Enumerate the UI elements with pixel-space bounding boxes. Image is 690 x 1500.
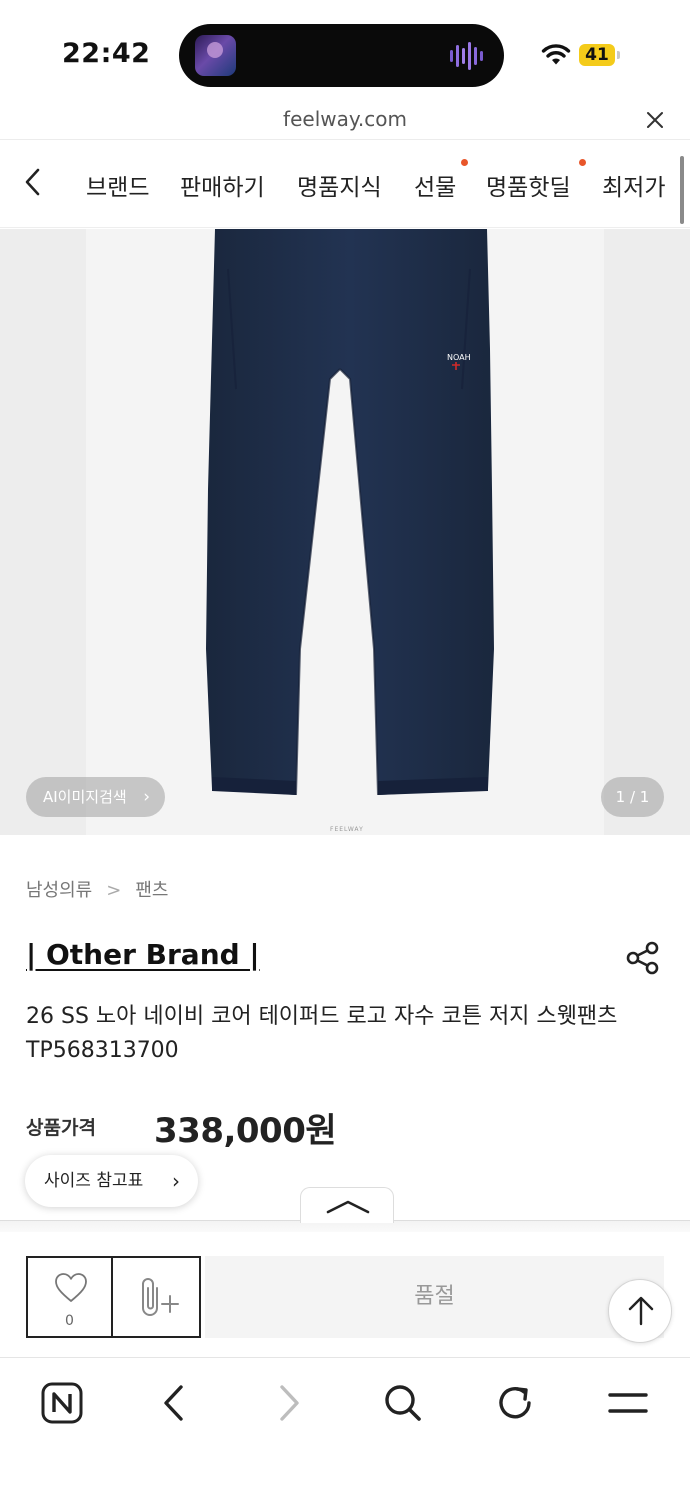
sold-out-button[interactable]: 품절 [205, 1256, 664, 1338]
nav-item-gift[interactable]: 선물 [414, 168, 456, 202]
product-image: NOAH [206, 229, 494, 796]
expand-sheet-handle[interactable] [300, 1187, 394, 1223]
like-button[interactable]: 0 [26, 1256, 113, 1338]
search-icon[interactable] [380, 1381, 424, 1425]
chevron-right-icon: > [106, 880, 122, 901]
breadcrumb-item[interactable]: 팬츠 [135, 880, 168, 901]
product-image-carousel[interactable]: NOAH FEELWAY AI이미지검색 › 1 / 1 [0, 229, 690, 835]
naver-home-icon[interactable] [40, 1381, 84, 1425]
status-time: 22:42 [62, 38, 151, 69]
scroll-to-top-button[interactable] [608, 1279, 672, 1343]
dynamic-island[interactable] [179, 24, 504, 87]
size-chart-label: 사이즈 참고표 [44, 1171, 144, 1191]
heart-icon [55, 1273, 87, 1302]
arrow-up-icon [628, 1296, 654, 1326]
brand-link[interactable]: | Other Brand | [26, 938, 260, 971]
paperclip-plus-icon [142, 1278, 179, 1316]
nav-item-sell[interactable]: 판매하기 [180, 168, 265, 202]
image-page-counter: 1 / 1 [601, 777, 664, 817]
menu-icon[interactable] [606, 1381, 650, 1425]
browser-toolbar [0, 1359, 690, 1500]
price-label: 상품가격 [26, 1117, 96, 1139]
size-chart-button[interactable]: 사이즈 참고표 › [25, 1155, 198, 1207]
category-nav: 브랜드 판매하기 명품지식 선물 명품핫딜 최저가 [0, 140, 690, 228]
add-to-collection-button[interactable] [111, 1256, 201, 1338]
brand-logo-embroidery: NOAH [447, 353, 471, 362]
nav-item-brand[interactable]: 브랜드 [86, 168, 149, 202]
refresh-icon[interactable] [493, 1381, 537, 1425]
share-icon[interactable] [624, 940, 662, 976]
nav-item-lowest-price[interactable]: 최저가 [602, 168, 665, 202]
price-value: 338,000원 [154, 1111, 337, 1151]
back-arrow-icon[interactable] [20, 166, 46, 198]
browser-back-icon[interactable] [153, 1381, 197, 1425]
now-playing-artwork [195, 35, 236, 76]
new-badge-dot [579, 159, 586, 166]
battery-level: 41 [579, 44, 615, 66]
wifi-icon [541, 44, 571, 65]
battery-tip [617, 51, 620, 59]
chevron-right-icon: › [143, 787, 150, 807]
nav-scrollbar[interactable] [680, 156, 684, 224]
chevron-up-icon [326, 1200, 370, 1214]
ai-image-search-label: AI이미지검색 [43, 788, 127, 806]
status-bar: 22:42 41 [0, 0, 690, 100]
ai-image-search-button[interactable]: AI이미지검색 › [26, 777, 165, 817]
image-watermark: FEELWAY [330, 826, 364, 833]
new-badge-dot [461, 159, 468, 166]
audio-waveform-icon [450, 42, 483, 70]
product-title: 26 SS 노아 네이비 코어 테이퍼드 로고 자수 코튼 저지 스웻팬츠 TP… [26, 1004, 618, 1063]
chevron-right-icon: › [172, 1169, 180, 1193]
url-bar[interactable]: feelway.com [0, 100, 690, 140]
nav-item-luxury-knowledge[interactable]: 명품지식 [297, 168, 382, 202]
close-icon[interactable] [644, 109, 666, 131]
nav-item-hot-deal[interactable]: 명품핫딜 [486, 168, 571, 202]
browser-forward-icon [280, 1385, 299, 1421]
breadcrumb: 남성의류 > 팬츠 [26, 876, 168, 902]
url-domain[interactable]: feelway.com [0, 107, 690, 131]
like-count: 0 [65, 1313, 74, 1329]
breadcrumb-item[interactable]: 남성의류 [26, 880, 92, 901]
purchase-action-bar: 0 품절 [0, 1232, 690, 1358]
